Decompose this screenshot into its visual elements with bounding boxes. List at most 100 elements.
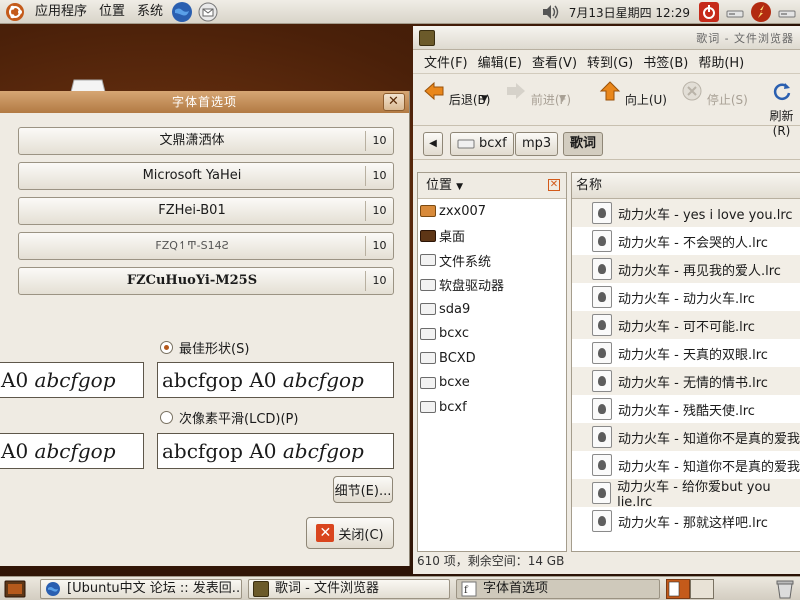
drive-eject-icon[interactable] — [724, 1, 746, 23]
breadcrumb-lyrics[interactable]: 歌词 — [563, 132, 604, 156]
drive-icon[interactable] — [776, 1, 798, 23]
list-item[interactable]: 动力火车 - 给你爱but you lie.lrc — [572, 479, 800, 510]
shutdown-icon[interactable] — [698, 1, 720, 23]
menu-go[interactable]: 转到(G) — [582, 52, 638, 71]
close-button[interactable]: ✕ 关闭(C) — [306, 517, 394, 549]
sidebar-item-label: bcxf — [439, 399, 467, 415]
preview-text-italic: abcfgop — [282, 368, 364, 392]
list-item[interactable]: 动力火车 - 知道你不是真的爱我 — [572, 423, 800, 451]
file-name: 动力火车 - 残酷天使.lrc — [618, 403, 755, 419]
workspace-switcher[interactable] — [666, 579, 714, 599]
chevron-down-icon: ▼ — [481, 94, 488, 104]
list-item[interactable]: 动力火车 - 可不可能.lrc — [572, 311, 800, 339]
best-shapes-label: 最佳形状(S) — [179, 342, 250, 357]
taskbar-item-forum[interactable]: [Ubuntu中文 论坛 :: 发表回... — [40, 579, 242, 599]
menu-view[interactable]: 查看(V) — [527, 52, 582, 71]
list-item[interactable]: 动力火车 - 残酷天使.lrc — [572, 395, 800, 423]
menu-system[interactable]: 系统 — [131, 0, 169, 24]
refresh-icon — [773, 83, 790, 100]
menu-help[interactable]: 帮助(H) — [693, 52, 749, 71]
list-item[interactable]: 动力火车 - 不会哭的人.lrc — [572, 227, 800, 255]
preview-best-shapes[interactable]: abcfgop A0 abcfgop — [157, 362, 394, 398]
preview-monochrome[interactable]: A0 abcfgop — [0, 362, 144, 398]
sidebar-header[interactable]: 位置 ▼ ✕ — [418, 173, 566, 199]
sidebar-item-filesystem[interactable]: 文件系统 — [418, 248, 566, 273]
window-close-button[interactable]: ✕ — [383, 93, 405, 111]
font-prefs-titlebar[interactable]: 字体首选项 ✕ — [0, 91, 409, 113]
desktop-font-button[interactable]: FZHei-B01 10 — [18, 197, 394, 225]
sidebar-item-bcxd[interactable]: BCXD — [418, 346, 566, 371]
font-icon: f — [461, 581, 477, 597]
breadcrumb-mp3[interactable]: mp3 — [515, 132, 559, 156]
preview-text: abcfgop — [162, 368, 250, 392]
menu-bookmarks[interactable]: 书签(B) — [638, 52, 693, 71]
sidebar-close-icon[interactable]: ✕ — [548, 179, 560, 191]
preview-subpixel[interactable]: abcfgop A0 abcfgop — [157, 433, 394, 469]
sidebar-item-bcxe[interactable]: bcxe — [418, 371, 566, 396]
subpixel-smoothing-radio[interactable]: 次像素平滑(LCD)(P) — [160, 408, 298, 427]
panel-clock[interactable]: 7月13日星期四 12:29 — [563, 4, 696, 21]
main-menu: 应用程序 位置 系统 — [0, 0, 221, 24]
list-item[interactable]: 动力火车 - yes i love you.lrc — [572, 199, 800, 227]
details-label: 细节(E)... — [334, 484, 392, 499]
preview-best-contrast[interactable]: A0 abcfgop — [0, 433, 144, 469]
sidebar-item-sda9[interactable]: sda9 — [418, 297, 566, 322]
application-font-button[interactable]: 文鼎潇洒体 10 — [18, 127, 394, 155]
sidebar-item-floppy[interactable]: 软盘驱动器 — [418, 273, 566, 298]
font-name: FZQ↿Ͳ-S14Ƨ — [155, 239, 229, 252]
window-title-font-button[interactable]: FZQ↿Ͳ-S14Ƨ 10 — [18, 232, 394, 260]
file-browser-titlebar[interactable]: 歌词 - 文件浏览器 — [413, 26, 800, 50]
menu-places[interactable]: 位置 — [93, 0, 131, 24]
details-button[interactable]: 细节(E)... — [333, 476, 393, 503]
font-prefs-title: 字体首选项 — [171, 95, 237, 109]
preview-text: abcfgop — [162, 439, 250, 463]
sidebar-item-label: bcxc — [439, 326, 470, 342]
sidebar-item-desktop[interactable]: 桌面 — [418, 224, 566, 249]
forward-history-dropdown[interactable]: ▼ — [559, 94, 566, 104]
column-header-label: 名称 — [576, 178, 603, 193]
font-preferences-window: 字体首选项 ✕ 文鼎潇洒体 10 Microsoft YaHei 10 FZHe… — [0, 91, 410, 566]
drive-icon — [420, 352, 436, 365]
lyrics-file-icon — [592, 454, 612, 476]
menu-applications[interactable]: 应用程序 — [29, 0, 93, 24]
document-font-button[interactable]: Microsoft YaHei 10 — [18, 162, 394, 190]
font-size: 10 — [365, 271, 393, 291]
show-desktop-icon[interactable] — [4, 580, 26, 598]
menu-file[interactable]: 文件(F) — [419, 52, 473, 71]
sidebar-item-home[interactable]: zxx007 — [418, 199, 566, 224]
stop-icon — [682, 81, 702, 101]
column-header-name[interactable]: 名称 — [572, 173, 800, 199]
menu-edit[interactable]: 编辑(E) — [473, 52, 527, 71]
back-history-dropdown[interactable]: ▼ — [481, 94, 488, 104]
network-manager-icon[interactable] — [750, 1, 772, 23]
stop-button[interactable]: 停止(S) — [681, 80, 748, 108]
list-item[interactable]: 动力火车 - 那就这样吧.lrc — [572, 507, 800, 535]
taskbar-item-label: [Ubuntu中文 论坛 :: 发表回... — [67, 581, 242, 596]
up-arrow-icon — [599, 81, 621, 101]
mail-client-icon[interactable] — [197, 1, 219, 23]
volume-icon[interactable] — [539, 1, 561, 23]
close-label: 关闭(C) — [338, 527, 384, 543]
list-item[interactable]: 动力火车 - 天真的双眼.lrc — [572, 339, 800, 367]
up-button[interactable]: 向上(U) — [599, 80, 667, 108]
breadcrumb-bcxf[interactable]: bcxf — [450, 132, 514, 156]
list-item[interactable]: 动力火车 - 再见我的爱人.lrc — [572, 255, 800, 283]
lyrics-file-icon — [592, 510, 612, 532]
taskbar-item-file-browser[interactable]: 歌词 - 文件浏览器 — [248, 579, 450, 599]
path-left-arrow-button[interactable]: ◀ — [423, 132, 443, 156]
sidebar-item-bcxc[interactable]: bcxc — [418, 322, 566, 347]
sidebar-item-bcxf[interactable]: bcxf — [418, 395, 566, 420]
file-browser-window: 歌词 - 文件浏览器 文件(F) 编辑(E) 查看(V) 转到(G) 书签(B)… — [413, 26, 800, 574]
web-browser-icon[interactable] — [171, 1, 193, 23]
list-item[interactable]: 动力火车 - 知道你不是真的爱我 — [572, 451, 800, 479]
list-item[interactable]: 动力火车 - 无情的情书.lrc — [572, 367, 800, 395]
radio-selected-indicator — [160, 341, 173, 354]
trash-icon[interactable] — [774, 579, 796, 599]
list-item[interactable]: 动力火车 - 动力火车.lrc — [572, 283, 800, 311]
fixed-width-font-button[interactable]: FZCuHuoYi-M25S 10 — [18, 267, 394, 295]
best-shapes-radio[interactable]: 最佳形状(S) — [160, 338, 249, 357]
file-name: 动力火车 - 再见我的爱人.lrc — [618, 263, 781, 279]
taskbar-item-font-prefs[interactable]: f 字体首选项 — [456, 579, 660, 599]
preview-text-italic: abcfgop — [34, 368, 116, 392]
ubuntu-logo-icon[interactable] — [5, 2, 25, 22]
